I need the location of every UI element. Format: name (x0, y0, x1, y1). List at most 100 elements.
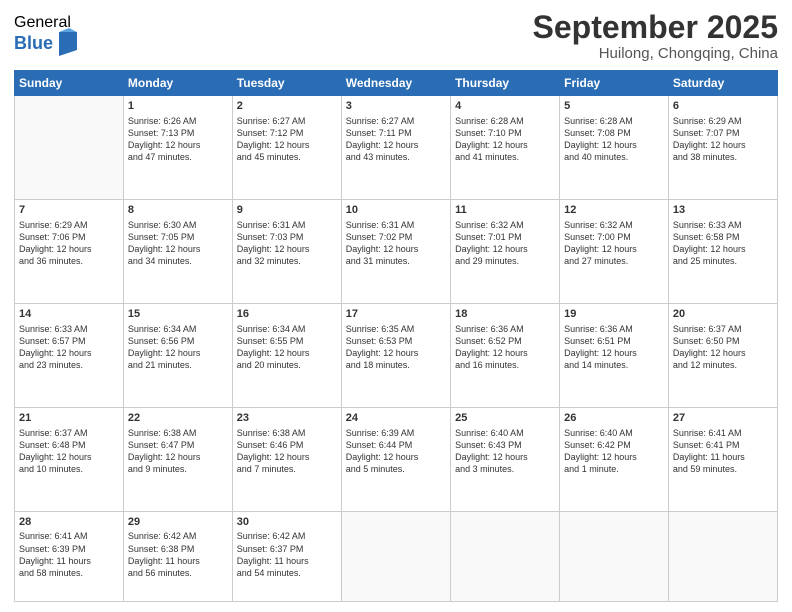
day-number: 30 (237, 515, 337, 530)
day-info: Sunrise: 6:41 AM Sunset: 6:41 PM Dayligh… (673, 427, 773, 476)
calendar-cell: 21Sunrise: 6:37 AM Sunset: 6:48 PM Dayli… (15, 407, 124, 511)
day-number: 13 (673, 203, 773, 218)
day-info: Sunrise: 6:27 AM Sunset: 7:12 PM Dayligh… (237, 115, 337, 164)
day-number: 10 (346, 203, 446, 218)
day-info: Sunrise: 6:27 AM Sunset: 7:11 PM Dayligh… (346, 115, 446, 164)
day-info: Sunrise: 6:31 AM Sunset: 7:03 PM Dayligh… (237, 219, 337, 268)
day-number: 15 (128, 307, 228, 322)
day-info: Sunrise: 6:37 AM Sunset: 6:48 PM Dayligh… (19, 427, 119, 476)
calendar-cell (451, 511, 560, 601)
calendar-cell: 22Sunrise: 6:38 AM Sunset: 6:47 PM Dayli… (123, 407, 232, 511)
day-info: Sunrise: 6:28 AM Sunset: 7:10 PM Dayligh… (455, 115, 555, 164)
day-info: Sunrise: 6:33 AM Sunset: 6:58 PM Dayligh… (673, 219, 773, 268)
calendar-cell: 16Sunrise: 6:34 AM Sunset: 6:55 PM Dayli… (232, 303, 341, 407)
weekday-header-monday: Monday (123, 71, 232, 96)
day-number: 16 (237, 307, 337, 322)
day-info: Sunrise: 6:36 AM Sunset: 6:51 PM Dayligh… (564, 323, 664, 372)
day-info: Sunrise: 6:39 AM Sunset: 6:44 PM Dayligh… (346, 427, 446, 476)
day-info: Sunrise: 6:31 AM Sunset: 7:02 PM Dayligh… (346, 219, 446, 268)
calendar-cell: 14Sunrise: 6:33 AM Sunset: 6:57 PM Dayli… (15, 303, 124, 407)
day-number: 27 (673, 411, 773, 426)
calendar-cell: 29Sunrise: 6:42 AM Sunset: 6:38 PM Dayli… (123, 511, 232, 601)
day-number: 25 (455, 411, 555, 426)
day-info: Sunrise: 6:29 AM Sunset: 7:07 PM Dayligh… (673, 115, 773, 164)
day-number: 22 (128, 411, 228, 426)
calendar-cell: 6Sunrise: 6:29 AM Sunset: 7:07 PM Daylig… (668, 96, 777, 200)
day-number: 21 (19, 411, 119, 426)
calendar-cell: 26Sunrise: 6:40 AM Sunset: 6:42 PM Dayli… (560, 407, 669, 511)
day-number: 29 (128, 515, 228, 530)
calendar-cell: 18Sunrise: 6:36 AM Sunset: 6:52 PM Dayli… (451, 303, 560, 407)
day-number: 20 (673, 307, 773, 322)
day-info: Sunrise: 6:32 AM Sunset: 7:01 PM Dayligh… (455, 219, 555, 268)
calendar-cell: 27Sunrise: 6:41 AM Sunset: 6:41 PM Dayli… (668, 407, 777, 511)
day-info: Sunrise: 6:34 AM Sunset: 6:55 PM Dayligh… (237, 323, 337, 372)
weekday-header-tuesday: Tuesday (232, 71, 341, 96)
day-number: 14 (19, 307, 119, 322)
day-number: 11 (455, 203, 555, 218)
page: General Blue September 2025 Huilong, Cho… (0, 0, 792, 612)
weekday-header-saturday: Saturday (668, 71, 777, 96)
day-info: Sunrise: 6:26 AM Sunset: 7:13 PM Dayligh… (128, 115, 228, 164)
day-info: Sunrise: 6:35 AM Sunset: 6:53 PM Dayligh… (346, 323, 446, 372)
day-number: 4 (455, 99, 555, 114)
day-number: 1 (128, 99, 228, 114)
day-info: Sunrise: 6:29 AM Sunset: 7:06 PM Dayligh… (19, 219, 119, 268)
calendar-week-3: 14Sunrise: 6:33 AM Sunset: 6:57 PM Dayli… (15, 303, 778, 407)
day-info: Sunrise: 6:37 AM Sunset: 6:50 PM Dayligh… (673, 323, 773, 372)
day-number: 28 (19, 515, 119, 530)
calendar-cell: 23Sunrise: 6:38 AM Sunset: 6:46 PM Dayli… (232, 407, 341, 511)
calendar-cell (668, 511, 777, 601)
calendar-cell: 2Sunrise: 6:27 AM Sunset: 7:12 PM Daylig… (232, 96, 341, 200)
day-number: 5 (564, 99, 664, 114)
calendar-cell: 24Sunrise: 6:39 AM Sunset: 6:44 PM Dayli… (341, 407, 450, 511)
day-number: 9 (237, 203, 337, 218)
header: General Blue September 2025 Huilong, Cho… (14, 10, 778, 62)
day-info: Sunrise: 6:28 AM Sunset: 7:08 PM Dayligh… (564, 115, 664, 164)
day-info: Sunrise: 6:38 AM Sunset: 6:46 PM Dayligh… (237, 427, 337, 476)
day-number: 26 (564, 411, 664, 426)
calendar-cell: 3Sunrise: 6:27 AM Sunset: 7:11 PM Daylig… (341, 96, 450, 200)
day-info: Sunrise: 6:36 AM Sunset: 6:52 PM Dayligh… (455, 323, 555, 372)
calendar-cell (341, 511, 450, 601)
day-number: 23 (237, 411, 337, 426)
calendar-week-5: 28Sunrise: 6:41 AM Sunset: 6:39 PM Dayli… (15, 511, 778, 601)
day-info: Sunrise: 6:32 AM Sunset: 7:00 PM Dayligh… (564, 219, 664, 268)
day-info: Sunrise: 6:40 AM Sunset: 6:43 PM Dayligh… (455, 427, 555, 476)
title-block: September 2025 Huilong, Chongqing, China (533, 10, 778, 62)
weekday-header-wednesday: Wednesday (341, 71, 450, 96)
day-number: 6 (673, 99, 773, 114)
calendar-cell: 4Sunrise: 6:28 AM Sunset: 7:10 PM Daylig… (451, 96, 560, 200)
calendar-week-4: 21Sunrise: 6:37 AM Sunset: 6:48 PM Dayli… (15, 407, 778, 511)
day-info: Sunrise: 6:40 AM Sunset: 6:42 PM Dayligh… (564, 427, 664, 476)
location-subtitle: Huilong, Chongqing, China (533, 45, 778, 62)
calendar-cell: 12Sunrise: 6:32 AM Sunset: 7:00 PM Dayli… (560, 200, 669, 304)
day-info: Sunrise: 6:30 AM Sunset: 7:05 PM Dayligh… (128, 219, 228, 268)
day-number: 18 (455, 307, 555, 322)
calendar-cell (15, 96, 124, 200)
day-number: 12 (564, 203, 664, 218)
calendar-cell: 5Sunrise: 6:28 AM Sunset: 7:08 PM Daylig… (560, 96, 669, 200)
day-number: 2 (237, 99, 337, 114)
weekday-header-sunday: Sunday (15, 71, 124, 96)
day-info: Sunrise: 6:38 AM Sunset: 6:47 PM Dayligh… (128, 427, 228, 476)
day-number: 7 (19, 203, 119, 218)
month-title: September 2025 (533, 10, 778, 45)
calendar-cell: 7Sunrise: 6:29 AM Sunset: 7:06 PM Daylig… (15, 200, 124, 304)
calendar-table: SundayMondayTuesdayWednesdayThursdayFrid… (14, 70, 778, 602)
day-info: Sunrise: 6:42 AM Sunset: 6:38 PM Dayligh… (128, 530, 228, 579)
calendar-cell: 1Sunrise: 6:26 AM Sunset: 7:13 PM Daylig… (123, 96, 232, 200)
calendar-cell: 8Sunrise: 6:30 AM Sunset: 7:05 PM Daylig… (123, 200, 232, 304)
day-info: Sunrise: 6:33 AM Sunset: 6:57 PM Dayligh… (19, 323, 119, 372)
day-info: Sunrise: 6:34 AM Sunset: 6:56 PM Dayligh… (128, 323, 228, 372)
calendar-cell: 17Sunrise: 6:35 AM Sunset: 6:53 PM Dayli… (341, 303, 450, 407)
weekday-header-thursday: Thursday (451, 71, 560, 96)
logo-text: General Blue (14, 14, 77, 56)
logo-icon (55, 28, 77, 56)
logo-blue: Blue (14, 34, 53, 54)
calendar-week-2: 7Sunrise: 6:29 AM Sunset: 7:06 PM Daylig… (15, 200, 778, 304)
day-info: Sunrise: 6:41 AM Sunset: 6:39 PM Dayligh… (19, 530, 119, 579)
calendar-cell: 30Sunrise: 6:42 AM Sunset: 6:37 PM Dayli… (232, 511, 341, 601)
calendar-cell: 15Sunrise: 6:34 AM Sunset: 6:56 PM Dayli… (123, 303, 232, 407)
day-number: 24 (346, 411, 446, 426)
